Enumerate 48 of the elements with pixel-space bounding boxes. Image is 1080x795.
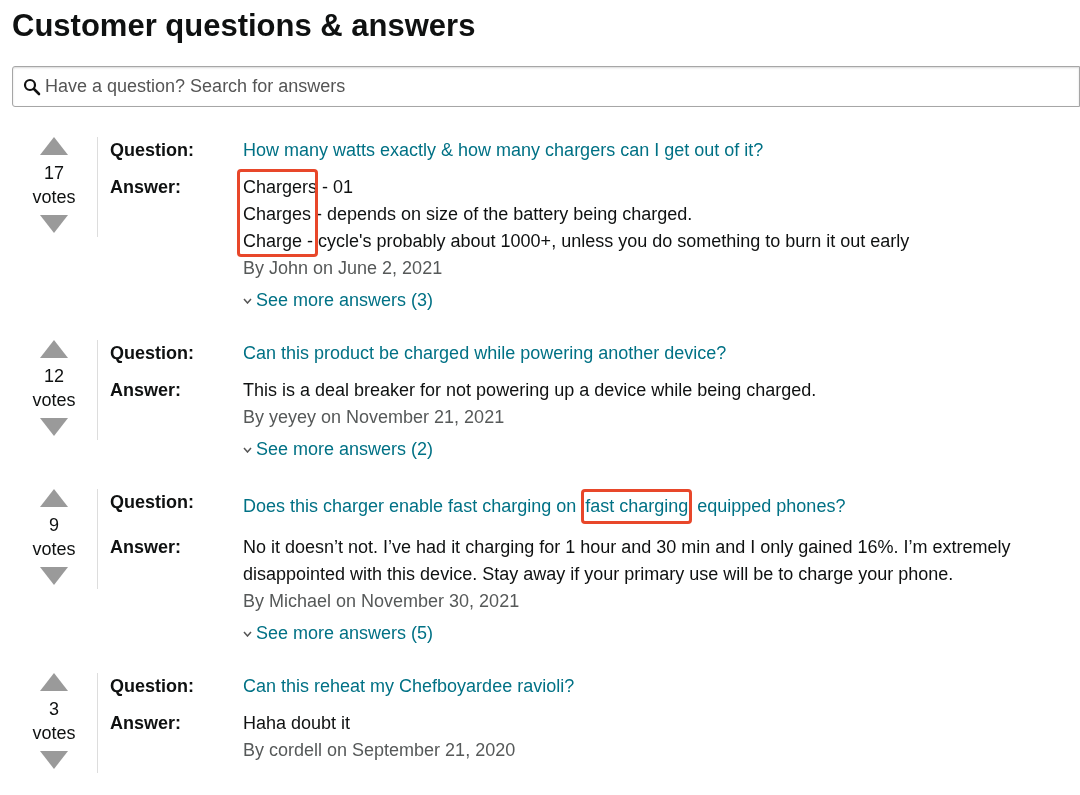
answer-text: Haha doubt it bbox=[243, 712, 352, 735]
answer-text: Charge - cycle's probably about 1000+, unless you do something to burn it out early bbox=[243, 230, 911, 253]
answer-label: Answer: bbox=[110, 536, 182, 559]
votes-label: votes bbox=[32, 186, 76, 209]
question-link[interactable]: Can this reheat my Chefboyardee ravioli? bbox=[243, 673, 1076, 700]
answer-text: No it doesn’t not. I’ve had it charging for 1 hour and 30 min and I only gained 16%. I’m extremely disappointed with this device. Stay away if your primary use will be to charge your phone. bbox=[243, 536, 1012, 586]
question-link[interactable]: Does this charger enable fast charging on fast charging equipped phones? bbox=[243, 489, 1076, 524]
answer-label: Answer: bbox=[110, 712, 182, 735]
question-link[interactable]: How many watts exactly & how many chargers can I get out of it? bbox=[243, 137, 1076, 164]
question-label: Question: bbox=[110, 139, 195, 162]
downvote-icon[interactable] bbox=[40, 418, 68, 436]
see-more-link[interactable]: See more answers (2) bbox=[243, 436, 434, 463]
answer-text: Chargers - 01 bbox=[243, 176, 355, 199]
question-label: Question: bbox=[110, 675, 195, 698]
votes-label: votes bbox=[32, 722, 76, 745]
page-title: Customer questions & answers bbox=[12, 7, 477, 45]
downvote-icon[interactable] bbox=[40, 215, 68, 233]
see-more-link[interactable]: See more answers (3) bbox=[243, 287, 434, 314]
vote-count: 3 bbox=[49, 698, 59, 721]
answer-byline: By Michael on November 30, 2021 bbox=[243, 590, 521, 613]
vote-count: 9 bbox=[49, 514, 59, 537]
question-label: Question: bbox=[110, 342, 195, 365]
chevron-icon bbox=[243, 446, 252, 453]
answer-label: Answer: bbox=[110, 176, 182, 199]
votes-label: votes bbox=[32, 389, 76, 412]
downvote-icon[interactable] bbox=[40, 567, 68, 585]
answer-byline: By yeyey on November 21, 2021 bbox=[243, 406, 506, 429]
question-link[interactable]: Can this product be charged while powering another device? bbox=[243, 340, 1076, 367]
upvote-icon[interactable] bbox=[40, 137, 68, 155]
search-field[interactable]: Have a question? Search for answers bbox=[12, 66, 1080, 107]
votes-label: votes bbox=[32, 538, 76, 561]
vote-count: 17 bbox=[44, 162, 64, 185]
search-icon bbox=[23, 77, 41, 96]
upvote-icon[interactable] bbox=[40, 340, 68, 358]
upvote-icon[interactable] bbox=[40, 489, 68, 507]
chevron-icon bbox=[243, 297, 252, 304]
upvote-icon[interactable] bbox=[40, 673, 68, 691]
answer-label: Answer: bbox=[110, 379, 182, 402]
question-label: Question: bbox=[110, 491, 195, 514]
downvote-icon[interactable] bbox=[40, 751, 68, 769]
answer-byline: By John on June 2, 2021 bbox=[243, 257, 444, 280]
chevron-icon bbox=[243, 630, 252, 637]
answer-text: This is a deal breaker for not powering up a device while being charged. bbox=[243, 379, 818, 402]
search-input[interactable]: Have a question? Search for answers bbox=[45, 73, 1079, 100]
vote-count: 12 bbox=[44, 365, 64, 388]
answer-text: Charges - depends on size of the battery being charged. bbox=[243, 203, 694, 226]
answer-byline: By cordell on September 21, 2020 bbox=[243, 739, 517, 762]
see-more-link[interactable]: See more answers (5) bbox=[243, 620, 434, 647]
